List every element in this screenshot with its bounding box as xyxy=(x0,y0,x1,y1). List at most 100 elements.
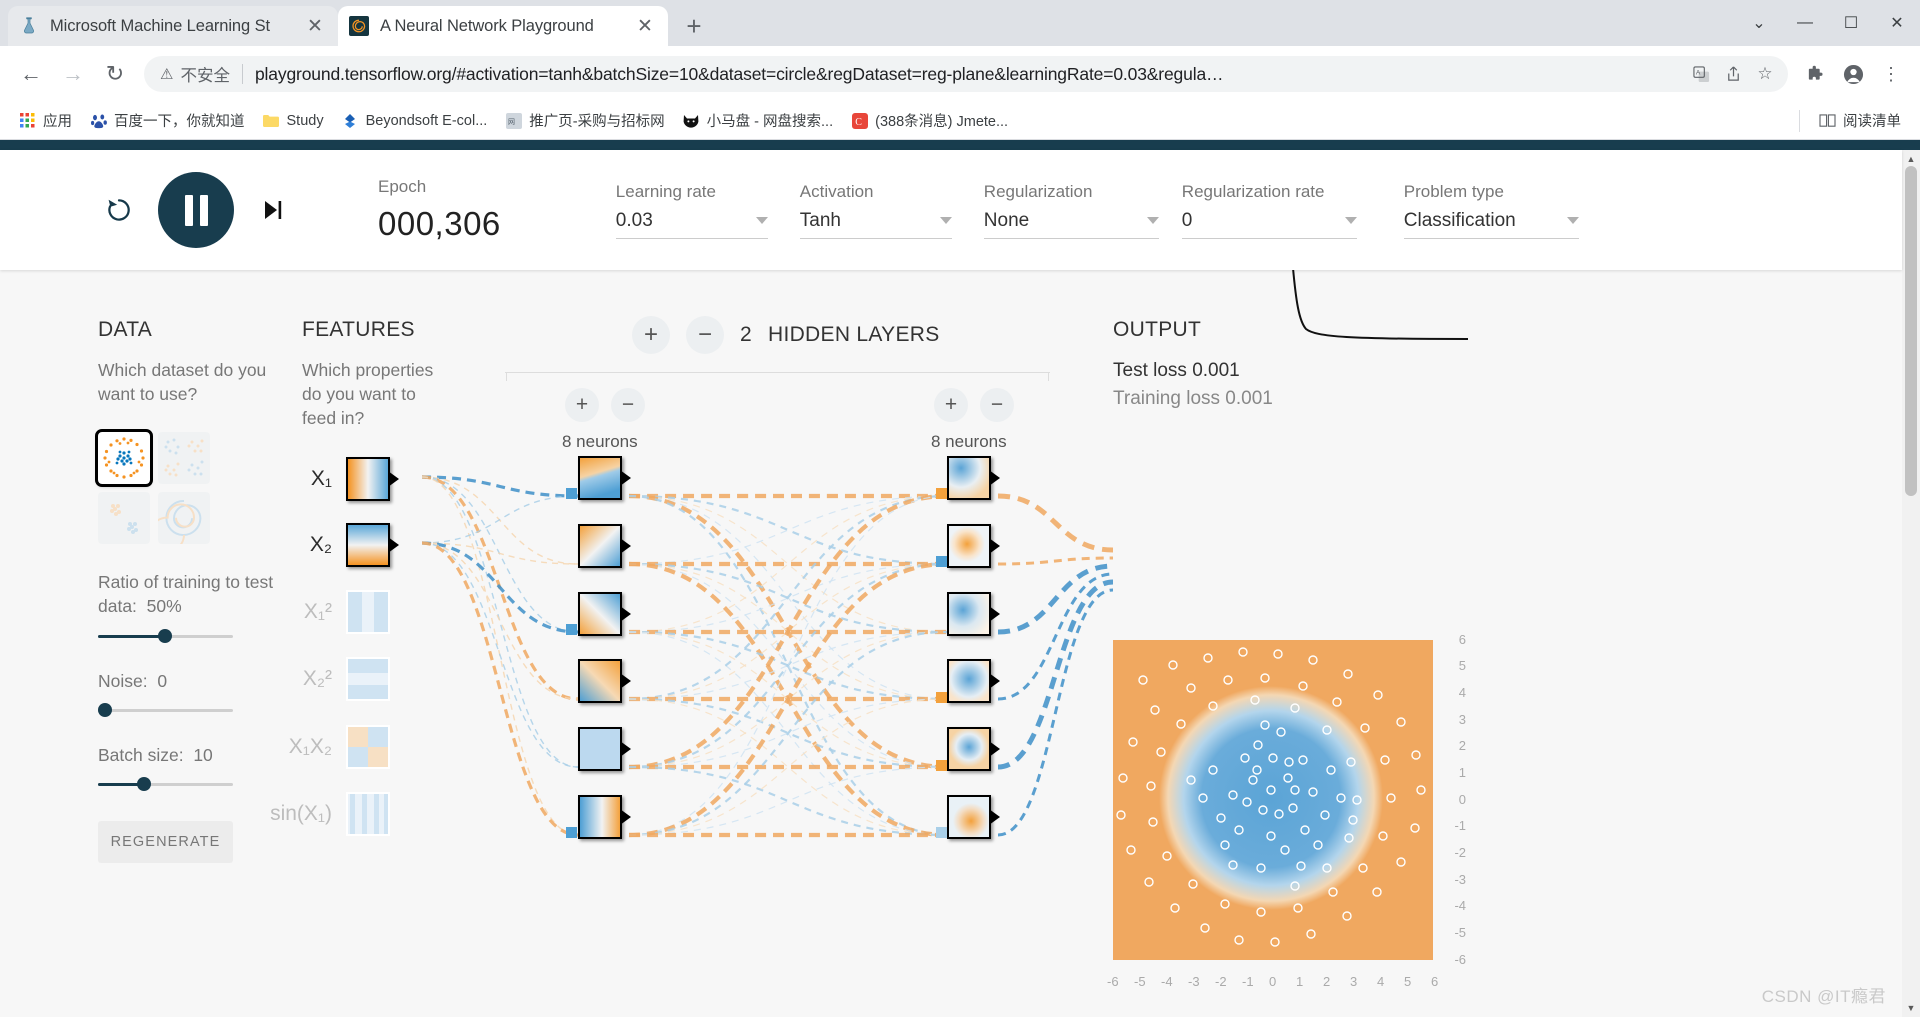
bias-l2-4[interactable] xyxy=(936,692,947,703)
remove-layer-button[interactable]: − xyxy=(686,316,724,354)
browser-menu-button[interactable]: ⋮ xyxy=(1872,55,1910,93)
dataset-circle[interactable] xyxy=(95,429,153,488)
share-icon[interactable] xyxy=(1718,59,1748,89)
bookmark-xiaomapan[interactable]: 小马盘 - 网盘搜索... xyxy=(674,107,842,135)
hidden-node-l2-6[interactable] xyxy=(947,795,991,839)
dataset-xor[interactable] xyxy=(158,432,210,485)
feature-node-x2sq[interactable] xyxy=(346,657,390,701)
hidden-node-l2-3[interactable] xyxy=(947,592,991,636)
hidden-node-l2-4[interactable] xyxy=(947,659,991,703)
dataset-spiral[interactable] xyxy=(158,492,210,545)
y-tick: -6 xyxy=(1454,952,1466,967)
puzzle-icon[interactable] xyxy=(1796,55,1834,93)
minimize-button[interactable]: — xyxy=(1782,0,1828,46)
feature-node-x1x2[interactable] xyxy=(346,725,390,769)
feature-node-sinx1[interactable] xyxy=(346,792,390,836)
address-bar[interactable]: ⚠ 不安全 playground.tensorflow.org/#activat… xyxy=(144,56,1788,92)
bias-l2-2[interactable] xyxy=(936,556,947,567)
x-tick: -5 xyxy=(1134,974,1146,989)
hidden-node-l2-1[interactable] xyxy=(947,456,991,500)
close-icon[interactable]: ✕ xyxy=(302,13,328,39)
slider-knob[interactable] xyxy=(98,702,112,717)
hidden-node-l1-6[interactable] xyxy=(578,795,622,839)
ratio-slider[interactable] xyxy=(98,628,233,643)
bias-l2-6[interactable] xyxy=(936,827,947,838)
batch-slider[interactable] xyxy=(98,776,233,791)
feature-node-x1sq[interactable] xyxy=(346,590,390,634)
y-tick: 6 xyxy=(1458,632,1466,647)
bias-l1-3[interactable] xyxy=(566,624,577,635)
bias-l2-1[interactable] xyxy=(936,488,947,499)
back-button[interactable]: ← xyxy=(10,53,52,95)
remove-neuron-button-layer2[interactable]: − xyxy=(980,388,1014,422)
bookmark-study[interactable]: Study xyxy=(254,107,333,135)
hidden-node-l1-3[interactable] xyxy=(578,592,622,636)
feature-row-x1x2: X₁X₂ xyxy=(272,725,390,769)
bookmark-beyondsoft[interactable]: Beyondsoft E-col... xyxy=(333,107,497,135)
x-tick: 5 xyxy=(1404,974,1412,989)
hidden-node-l1-1[interactable] xyxy=(578,456,622,500)
close-window-button[interactable]: ✕ xyxy=(1874,0,1920,46)
chevron-down-icon xyxy=(939,217,952,224)
bookmark-apps[interactable]: 应用 xyxy=(10,107,81,135)
dataset-gauss[interactable] xyxy=(98,492,150,545)
hidden-node-l1-5[interactable] xyxy=(578,727,622,771)
bias-l1-6[interactable] xyxy=(566,827,577,838)
regularization-rate-select[interactable]: 0 xyxy=(1181,210,1357,239)
neuron-count-layer2: 8 neurons xyxy=(931,432,1007,451)
scroll-down-icon[interactable]: ▼ xyxy=(1902,999,1920,1017)
hidden-node-l2-2[interactable] xyxy=(947,524,991,568)
noise-slider-block: Noise: 0 xyxy=(98,669,278,717)
remove-neuron-button-layer1[interactable]: − xyxy=(611,388,645,422)
feature-label: X₁ xyxy=(310,467,332,490)
add-neuron-button-layer2[interactable]: + xyxy=(934,388,968,422)
output-heatmap[interactable] xyxy=(1113,640,1433,960)
learning-rate-select[interactable]: 0.03 xyxy=(615,210,768,239)
feature-node-x1[interactable] xyxy=(346,457,390,501)
browser-toolbar: ← → ↻ ⚠ 不安全 playground.tensorflow.org/#a… xyxy=(0,46,1920,102)
step-forward-icon[interactable] xyxy=(250,187,296,233)
baidu-icon xyxy=(90,112,107,129)
feature-node-x2[interactable] xyxy=(346,523,390,567)
maximize-button[interactable]: ☐ xyxy=(1828,0,1874,46)
reload-button[interactable]: ↻ xyxy=(94,53,136,95)
browser-tab-2[interactable]: A Neural Network Playground ✕ xyxy=(338,6,668,46)
scrollbar-thumb[interactable] xyxy=(1905,166,1917,496)
bias-l1-1[interactable] xyxy=(566,488,577,499)
close-icon[interactable]: ✕ xyxy=(632,13,658,39)
page-scrollbar[interactable]: ▲ ▼ xyxy=(1902,150,1920,1017)
translate-icon[interactable]: A xyxy=(1686,59,1716,89)
regenerate-button[interactable]: REGENERATE xyxy=(98,820,233,863)
profile-icon[interactable] xyxy=(1834,55,1872,93)
y-tick: -1 xyxy=(1454,818,1466,833)
bookmark-baidu[interactable]: 百度一下，你就知道 xyxy=(81,107,254,135)
forward-button[interactable]: → xyxy=(52,53,94,95)
star-icon[interactable]: ☆ xyxy=(1750,59,1780,89)
bookmark-csdn[interactable]: C (388条消息) Jmete... xyxy=(842,107,1017,135)
slider-knob[interactable] xyxy=(158,628,172,643)
reset-icon[interactable] xyxy=(96,187,142,233)
activation-select[interactable]: Tanh xyxy=(799,210,952,239)
problem-type-select[interactable]: Classification xyxy=(1403,210,1579,239)
tab-title: A Neural Network Playground xyxy=(380,16,594,35)
noise-slider[interactable] xyxy=(98,702,233,717)
slider-knob[interactable] xyxy=(137,776,151,791)
bookmark-tuiguang[interactable]: 网 推广页-采购与招标网 xyxy=(496,107,673,135)
y-tick: -2 xyxy=(1454,845,1466,860)
bias-l2-5[interactable] xyxy=(936,760,947,771)
regularization-select[interactable]: None xyxy=(983,210,1159,239)
play-pause-button[interactable] xyxy=(158,172,234,248)
browser-tab-1[interactable]: Microsoft Machine Learning St ✕ xyxy=(8,6,338,46)
x-tick: 4 xyxy=(1377,974,1385,989)
hidden-node-l1-2[interactable] xyxy=(578,524,622,568)
bookmarks-bar: 应用 百度一下，你就知道 Study Beyondsoft E-col... 网 xyxy=(0,102,1920,140)
chevron-down-icon[interactable]: ⌄ xyxy=(1736,0,1782,46)
hidden-node-l1-4[interactable] xyxy=(578,659,622,703)
hidden-node-l2-5[interactable] xyxy=(947,727,991,771)
new-tab-button[interactable]: + xyxy=(674,6,714,46)
reading-list-button[interactable]: 阅读清单 xyxy=(1810,107,1910,135)
add-neuron-button-layer1[interactable]: + xyxy=(565,388,599,422)
add-layer-button[interactable]: + xyxy=(632,316,670,354)
features-panel-title: FEATURES xyxy=(302,318,415,341)
security-warning[interactable]: ⚠ 不安全 xyxy=(160,62,230,86)
